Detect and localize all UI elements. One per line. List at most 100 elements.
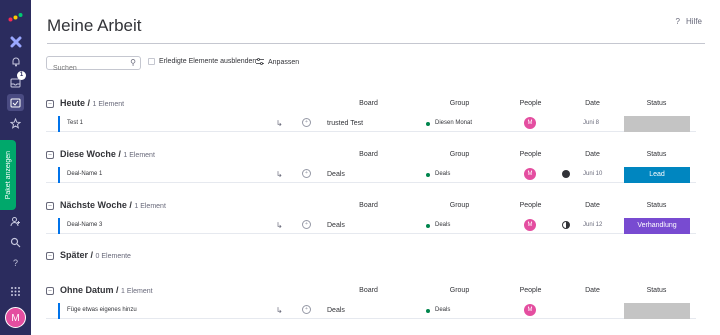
customize-button[interactable]: Anpassen xyxy=(256,58,299,67)
person-avatar[interactable]: M xyxy=(524,168,536,180)
help-link[interactable]: ? Hilfe xyxy=(676,17,702,26)
group-color-dot xyxy=(426,122,430,126)
person-avatar[interactable]: M xyxy=(524,304,536,316)
item-board[interactable]: trusted Test xyxy=(327,120,363,127)
group-title[interactable]: Später / 0 Elemente xyxy=(60,250,131,260)
app-root: 1 Paket anzeigen ? M Meine Arbeit ? Hilf… xyxy=(0,0,720,335)
hide-done-checkbox[interactable] xyxy=(148,58,155,65)
search-magnifier-icon: ⚲ xyxy=(130,58,136,67)
column-status: Status xyxy=(646,151,667,158)
subitems-icon[interactable]: ↳ xyxy=(276,306,283,315)
status-cell[interactable] xyxy=(624,116,690,132)
collapse-toggle-icon[interactable]: – xyxy=(46,287,54,295)
column-status: Status xyxy=(646,202,667,209)
item-group: Deals xyxy=(435,307,451,313)
table-row[interactable]: Füge etwas eigenes hinzu ↳ + Deals Deals… xyxy=(46,303,696,319)
item-name[interactable]: Deal-Name 3 xyxy=(67,222,102,228)
updates-chat-icon[interactable]: + xyxy=(302,169,311,178)
column-people: People xyxy=(519,100,542,107)
group-title[interactable]: Heute / 1 Element xyxy=(60,98,124,108)
group-title[interactable]: Diese Woche / 1 Element xyxy=(60,149,155,159)
person-avatar[interactable]: M xyxy=(524,219,536,231)
updates-chat-icon[interactable]: + xyxy=(302,118,311,127)
person-avatar[interactable]: M xyxy=(524,117,536,129)
updates-chat-icon[interactable]: + xyxy=(302,305,311,314)
sliders-icon xyxy=(256,58,264,67)
group-header: – Nächste Woche / 1 Element Board Group … xyxy=(46,200,696,214)
group-title[interactable]: Ohne Datum / 1 Element xyxy=(60,285,153,295)
group-count: 1 Element xyxy=(123,152,155,159)
item-name[interactable]: Deal-Name 1 xyxy=(67,171,102,177)
progress-half-icon xyxy=(562,221,570,229)
group-no-date: – Ohne Datum / 1 Element Board Group Peo… xyxy=(46,285,696,319)
table-row[interactable]: Test 1 ↳ + trusted Test Diesen Monat M J… xyxy=(46,116,696,132)
help-icon[interactable]: ? xyxy=(7,254,24,271)
table-row[interactable]: Deal-Name 3 ↳ + Deals Deals M Juni 12 Ve… xyxy=(46,218,696,234)
group-title[interactable]: Nächste Woche / 1 Element xyxy=(60,200,166,210)
column-group: Group xyxy=(449,100,470,107)
status-cell[interactable] xyxy=(624,303,690,319)
column-group: Group xyxy=(449,151,470,158)
collapse-toggle-icon[interactable]: – xyxy=(46,100,54,108)
group-header: – Ohne Datum / 1 Element Board Group Peo… xyxy=(46,285,696,299)
item-group: Deals xyxy=(435,222,451,228)
group-count: 1 Element xyxy=(134,203,166,210)
customize-label: Anpassen xyxy=(268,59,300,66)
item-date[interactable]: Juni 12 xyxy=(583,222,602,228)
notification-badge: 1 xyxy=(17,71,26,80)
search-icon[interactable] xyxy=(7,234,24,251)
user-avatar[interactable]: M xyxy=(5,307,26,328)
subitems-icon[interactable]: ↳ xyxy=(276,119,283,128)
collapse-toggle-icon[interactable]: – xyxy=(46,151,54,159)
help-question-icon: ? xyxy=(675,17,680,26)
collapse-toggle-icon[interactable]: – xyxy=(46,252,54,260)
page-title: Meine Arbeit xyxy=(47,16,142,35)
column-status: Status xyxy=(646,287,667,294)
hide-done-toggle[interactable]: Erledigte Elemente ausblenden xyxy=(148,58,256,65)
group-this-week: – Diese Woche / 1 Element Board Group Pe… xyxy=(46,149,696,183)
row-color-bar xyxy=(58,303,60,319)
group-count: 1 Element xyxy=(121,288,153,295)
updates-chat-icon[interactable]: + xyxy=(302,220,311,229)
row-color-bar xyxy=(58,116,60,132)
search-input[interactable] xyxy=(47,62,127,75)
group-today: – Heute / 1 Element Board Group People D… xyxy=(46,98,696,132)
search-box[interactable]: ⚲ xyxy=(46,56,141,75)
panel-toggle-tab[interactable]: Paket anzeigen xyxy=(0,140,16,210)
apps-grid-icon[interactable] xyxy=(7,283,24,300)
item-date[interactable]: Juni 8 xyxy=(583,120,599,126)
row-color-bar xyxy=(58,218,60,234)
item-board[interactable]: Deals xyxy=(327,307,345,314)
invite-user-icon[interactable] xyxy=(7,213,24,230)
my-work-icon[interactable] xyxy=(7,94,24,111)
group-count: 1 Element xyxy=(92,101,125,108)
header-divider xyxy=(47,43,705,44)
progress-full-icon xyxy=(562,170,570,178)
panel-toggle-label: Paket anzeigen xyxy=(4,150,12,200)
item-board[interactable]: Deals xyxy=(327,171,345,178)
item-name[interactable]: Test 1 xyxy=(67,120,83,126)
star-icon[interactable] xyxy=(7,115,24,132)
table-row[interactable]: Deal-Name 1 ↳ + Deals Deals M Juni 10 Le… xyxy=(46,167,696,183)
item-date[interactable]: Juni 10 xyxy=(583,171,602,177)
group-count: 0 Elemente xyxy=(95,253,131,260)
item-board[interactable]: Deals xyxy=(327,222,345,229)
status-cell[interactable]: Verhandlung xyxy=(624,218,690,234)
column-group: Group xyxy=(449,202,470,209)
column-people: People xyxy=(519,151,542,158)
monday-logo-icon[interactable] xyxy=(7,8,24,25)
column-status: Status xyxy=(646,100,667,107)
column-people: People xyxy=(519,287,542,294)
subitems-icon[interactable]: ↳ xyxy=(276,221,283,230)
status-cell[interactable]: Lead xyxy=(624,167,690,183)
hide-done-label: Erledigte Elemente ausblenden xyxy=(159,58,257,65)
subitems-icon[interactable]: ↳ xyxy=(276,170,283,179)
collapse-toggle-icon[interactable]: – xyxy=(46,202,54,210)
group-header: – Heute / 1 Element Board Group People D… xyxy=(46,98,696,112)
item-name[interactable]: Füge etwas eigenes hinzu xyxy=(67,307,137,313)
row-color-bar xyxy=(58,167,60,183)
bell-icon[interactable] xyxy=(7,53,24,70)
workspaces-icon[interactable] xyxy=(7,33,24,50)
group-color-dot xyxy=(426,309,430,313)
column-date: Date xyxy=(585,151,600,158)
